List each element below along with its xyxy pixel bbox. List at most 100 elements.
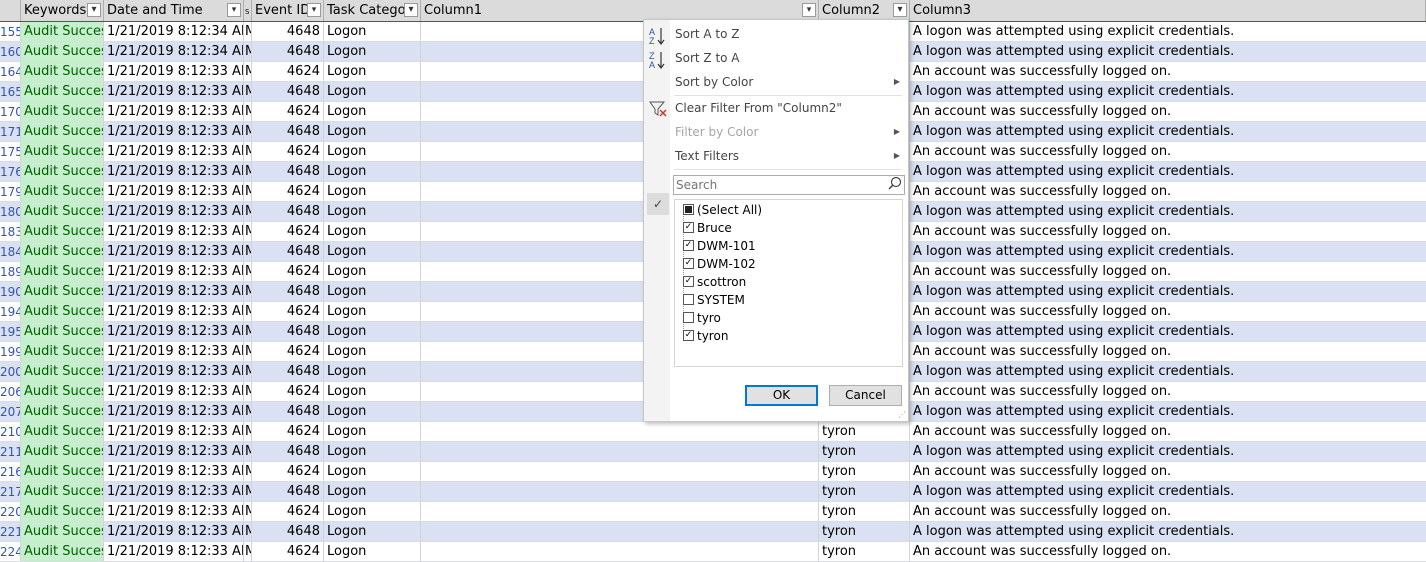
column2-cell[interactable]: tyron [819,422,910,441]
task-category-cell[interactable]: Logon [324,142,421,161]
date-time-cell[interactable]: 1/21/2019 8:12:33 AM [104,422,244,441]
keywords-cell[interactable]: Audit Succes [21,82,104,101]
event-id-cell[interactable]: 4648 [252,82,324,101]
task-category-cell[interactable]: Logon [324,502,421,521]
clear-filter-item[interactable]: Clear Filter From "Column2" [675,101,842,115]
row-number[interactable]: 200 [0,362,21,381]
source-cell[interactable]: M [244,242,252,261]
column3-cell[interactable]: An account was successfully logged on. [910,382,1426,401]
event-id-cell[interactable]: 4624 [252,422,324,441]
cancel-button[interactable]: Cancel [829,385,902,406]
date-time-cell[interactable]: 1/21/2019 8:12:33 AM [104,242,244,261]
column3-cell[interactable]: An account was successfully logged on. [910,142,1426,161]
row-number[interactable]: 210 [0,422,21,441]
text-filters-item[interactable]: Text Filters [675,149,739,163]
column3-cell[interactable]: An account was successfully logged on. [910,222,1426,241]
column1-cell[interactable] [421,422,819,441]
event-id-cell[interactable]: 4648 [252,282,324,301]
column1-cell[interactable] [421,502,819,521]
task-category-cell[interactable]: Logon [324,42,421,61]
task-category-cell[interactable]: Logon [324,462,421,481]
source-cell[interactable]: M [244,262,252,281]
column3-cell[interactable]: A logon was attempted using explicit cre… [910,242,1426,261]
column3-cell[interactable]: An account was successfully logged on. [910,262,1426,281]
keywords-cell[interactable]: Audit Succes [21,542,104,561]
row-number[interactable]: 180 [0,202,21,221]
dropdown-arrow-icon[interactable]: ▾ [307,3,321,17]
column3-cell[interactable]: A logon was attempted using explicit cre… [910,82,1426,101]
event-id-cell[interactable]: 4648 [252,42,324,61]
source-cell[interactable]: M [244,62,252,81]
checkbox[interactable]: ✓ [683,330,694,341]
source-cell[interactable]: M [244,282,252,301]
event-id-cell[interactable]: 4624 [252,502,324,521]
row-number[interactable]: 195 [0,322,21,341]
event-id-cell[interactable]: 4648 [252,162,324,181]
event-id-cell[interactable]: 4648 [252,202,324,221]
date-time-cell[interactable]: 1/21/2019 8:12:33 AM [104,542,244,561]
task-category-cell[interactable]: Logon [324,402,421,421]
source-cell[interactable]: M [244,382,252,401]
header-column3[interactable]: Column3 [910,0,1426,21]
column3-cell[interactable]: A logon was attempted using explicit cre… [910,522,1426,541]
task-category-cell[interactable]: Logon [324,22,421,41]
dropdown-arrow-icon[interactable]: ▾ [227,3,241,17]
source-cell[interactable]: M [244,422,252,441]
source-cell[interactable]: M [244,362,252,381]
event-id-cell[interactable]: 4624 [252,142,324,161]
filter-value-item[interactable]: SYSTEM [683,291,745,309]
date-time-cell[interactable]: 1/21/2019 8:12:33 AM [104,182,244,201]
date-time-cell[interactable]: 1/21/2019 8:12:33 AM [104,462,244,481]
date-time-cell[interactable]: 1/21/2019 8:12:33 AM [104,222,244,241]
row-number[interactable]: 199 [0,342,21,361]
date-time-cell[interactable]: 1/21/2019 8:12:33 AM [104,362,244,381]
date-time-cell[interactable]: 1/21/2019 8:12:33 AM [104,322,244,341]
event-id-cell[interactable]: 4624 [252,62,324,81]
keywords-cell[interactable]: Audit Succes [21,262,104,281]
keywords-cell[interactable]: Audit Succes [21,102,104,121]
checkbox[interactable] [683,312,694,323]
date-time-cell[interactable]: 1/21/2019 8:12:33 AM [104,402,244,421]
date-time-cell[interactable]: 1/21/2019 8:12:33 AM [104,82,244,101]
event-id-cell[interactable]: 4648 [252,402,324,421]
task-category-cell[interactable]: Logon [324,82,421,101]
column2-cell[interactable]: tyron [819,482,910,501]
task-category-cell[interactable]: Logon [324,282,421,301]
date-time-cell[interactable]: 1/21/2019 8:12:34 AM [104,42,244,61]
keywords-cell[interactable]: Audit Succes [21,122,104,141]
row-number[interactable]: 206 [0,382,21,401]
task-category-cell[interactable]: Logon [324,522,421,541]
filter-values-list[interactable]: (Select All) ✓ Bruce ✓ DWM-101 ✓ DWM-102 ✓ scott… [674,199,903,367]
keywords-cell[interactable]: Audit Succes [21,202,104,221]
event-id-cell[interactable]: 4624 [252,262,324,281]
source-cell[interactable]: M [244,462,252,481]
date-time-cell[interactable]: 1/21/2019 8:12:33 AM [104,282,244,301]
filter-applied-icon[interactable]: ▾ [404,3,418,17]
keywords-cell[interactable]: Audit Succes [21,522,104,541]
keywords-cell[interactable]: Audit Succes [21,402,104,421]
task-category-cell[interactable]: Logon [324,262,421,281]
column1-cell[interactable] [421,442,819,461]
column3-cell[interactable]: An account was successfully logged on. [910,102,1426,121]
task-category-cell[interactable]: Logon [324,442,421,461]
checkbox[interactable]: ✓ [683,240,694,251]
source-cell[interactable]: M [244,162,252,181]
header-column1[interactable]: Column1 ▾ [421,0,819,21]
row-number[interactable]: 224 [0,542,21,561]
source-cell[interactable]: M [244,322,252,341]
row-number[interactable]: 190 [0,282,21,301]
row-number[interactable]: 176 [0,162,21,181]
task-category-cell[interactable]: Logon [324,162,421,181]
checkbox[interactable] [683,204,694,215]
row-number[interactable]: 217 [0,482,21,501]
column1-cell[interactable] [421,542,819,561]
event-id-cell[interactable]: 4648 [252,482,324,501]
resize-grip-icon[interactable]: ⋰ [898,410,906,419]
source-cell[interactable]: M [244,182,252,201]
filter-value-item[interactable]: ✓ tyron [683,327,728,345]
column2-cell[interactable]: tyron [819,442,910,461]
column3-cell[interactable]: A logon was attempted using explicit cre… [910,162,1426,181]
task-category-cell[interactable]: Logon [324,302,421,321]
source-cell[interactable]: M [244,222,252,241]
header-date-time[interactable]: Date and Time ▾ [104,0,244,21]
